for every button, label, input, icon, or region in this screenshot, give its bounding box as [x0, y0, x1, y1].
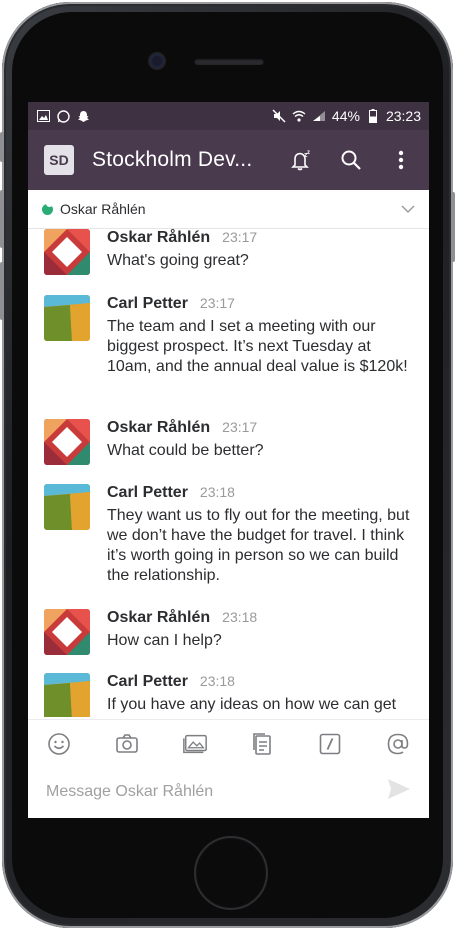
- app-bar: SD Stockholm Dev... zz: [28, 130, 429, 190]
- message-time: 23:17: [222, 229, 258, 245]
- avatar[interactable]: [44, 229, 90, 275]
- message-composer[interactable]: Message Oskar Råhlén: [28, 768, 429, 816]
- battery-icon: [366, 109, 380, 123]
- conversation-header[interactable]: Oskar Råhlén: [28, 190, 429, 229]
- message-item[interactable]: Oskar Råhlén 23:17 What could be better?: [28, 419, 429, 465]
- status-bar: 44% 23:23: [28, 102, 429, 130]
- home-button[interactable]: [194, 836, 268, 910]
- mute-switch: [0, 132, 4, 162]
- message-time: 23:17: [222, 419, 258, 435]
- more-vert-icon[interactable]: [389, 148, 413, 172]
- status-time: 23:23: [385, 108, 421, 124]
- message-author[interactable]: Carl Petter: [107, 673, 188, 691]
- snooze-bell-icon[interactable]: zz: [289, 148, 313, 172]
- message-time: 23:18: [222, 609, 258, 625]
- message-time: 23:18: [199, 484, 235, 500]
- presence-indicator: [42, 199, 53, 215]
- message-item[interactable]: Carl Petter 23:17 The team and I set a m…: [28, 295, 429, 377]
- avatar[interactable]: [44, 609, 90, 655]
- snapchat-icon: [76, 109, 90, 123]
- message-text: They want us to fly out for the meeting,…: [107, 507, 410, 584]
- mention-icon[interactable]: [385, 731, 411, 757]
- message-item[interactable]: Oskar Råhlén 23:18 How can I help?: [28, 609, 429, 655]
- files-icon[interactable]: [249, 731, 275, 757]
- slash-command-icon[interactable]: [317, 731, 343, 757]
- message-time: 23:17: [199, 295, 235, 311]
- volume-down-button: [0, 262, 4, 320]
- message-text: What could be better?: [107, 442, 264, 459]
- message-item[interactable]: Oskar Råhlén 23:17 What's going great?: [28, 229, 429, 275]
- avatar[interactable]: [44, 673, 90, 717]
- photos-icon[interactable]: [182, 731, 208, 757]
- message-author[interactable]: Carl Petter: [107, 295, 188, 313]
- power-button: [451, 192, 455, 262]
- svg-text:z: z: [307, 150, 310, 156]
- wifi-icon: [292, 109, 306, 123]
- camera-icon[interactable]: [114, 731, 140, 757]
- message-text: How can I help?: [107, 632, 222, 649]
- mute-icon: [272, 109, 286, 123]
- avatar[interactable]: [44, 419, 90, 465]
- message-text: What's going great?: [107, 252, 249, 269]
- search-icon[interactable]: [339, 148, 363, 172]
- message-item[interactable]: Carl Petter 23:18 They want us to fly ou…: [28, 484, 429, 586]
- message-item[interactable]: Carl Petter 23:18 If you have any ideas …: [28, 673, 429, 717]
- battery-percent: 44%: [331, 108, 360, 124]
- channel-title[interactable]: Stockholm Dev...: [92, 148, 252, 172]
- chevron-down-icon[interactable]: [401, 201, 415, 217]
- message-time: 23:18: [199, 673, 235, 689]
- image-icon: [36, 109, 50, 123]
- front-camera: [150, 54, 164, 68]
- app-screen: 44% 23:23 SD Stockholm Dev... zz Oskar R…: [28, 102, 429, 818]
- whatsapp-icon: [56, 109, 70, 123]
- conversation-name: Oskar Råhlén: [60, 201, 146, 217]
- message-input[interactable]: Message Oskar Råhlén: [46, 783, 213, 801]
- message-text: If you have any ideas on how we can get: [107, 696, 397, 713]
- message-author[interactable]: Carl Petter: [107, 484, 188, 502]
- workspace-badge[interactable]: SD: [44, 145, 74, 175]
- message-author[interactable]: Oskar Råhlén: [107, 609, 210, 627]
- avatar[interactable]: [44, 295, 90, 341]
- emoji-icon[interactable]: [46, 731, 72, 757]
- message-text: The team and I set a meeting with our bi…: [107, 318, 408, 375]
- message-list[interactable]: Oskar Råhlén 23:17 What's going great? C…: [28, 229, 429, 717]
- avatar[interactable]: [44, 484, 90, 530]
- message-author[interactable]: Oskar Råhlén: [107, 229, 210, 247]
- signal-icon: [312, 109, 326, 123]
- send-icon[interactable]: [387, 778, 411, 806]
- message-author[interactable]: Oskar Råhlén: [107, 419, 210, 437]
- earpiece-speaker: [194, 58, 264, 65]
- volume-up-button: [0, 190, 4, 248]
- composer-toolbar: [28, 719, 429, 768]
